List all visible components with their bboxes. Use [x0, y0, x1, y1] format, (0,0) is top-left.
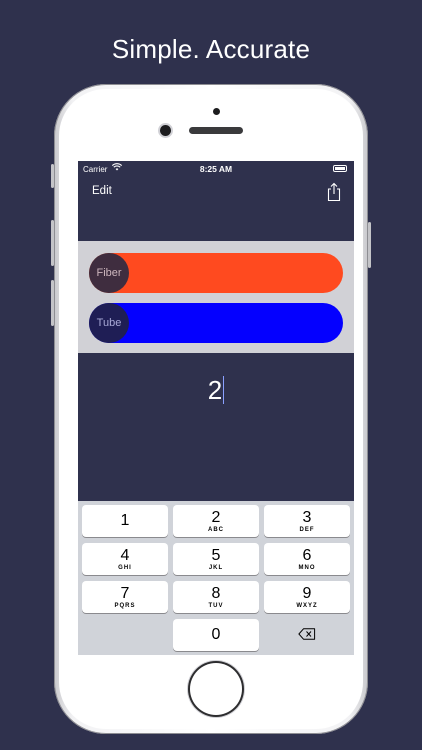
key-5[interactable]: 5 JKL	[173, 543, 259, 575]
quantity-value: 2	[207, 375, 223, 405]
key-number: 2	[211, 508, 221, 526]
key-number: 8	[211, 584, 221, 602]
fiber-selector[interactable]: Fiber	[89, 253, 343, 293]
front-camera	[160, 125, 171, 136]
status-time: 8:25 AM	[199, 164, 233, 174]
key-number: 6	[302, 546, 312, 564]
key-2[interactable]: 2 ABC	[173, 505, 259, 537]
status-bar: Carrier 8:25 AM	[78, 161, 354, 177]
key-number: 5	[211, 546, 221, 564]
navigation-bar: Edit	[78, 179, 354, 209]
mute-switch	[51, 164, 54, 188]
key-letters: JKL	[208, 564, 224, 571]
key-letters: PQRS	[114, 602, 136, 609]
key-8[interactable]: 8 TUV	[173, 581, 259, 613]
key-number: 1	[120, 511, 130, 529]
key-6[interactable]: 6 MNO	[264, 543, 350, 575]
key-number: 0	[211, 626, 221, 643]
key-letters: GHI	[118, 564, 132, 571]
key-number: 7	[120, 584, 130, 602]
volume-up-button	[51, 220, 54, 266]
key-letters: ABC	[208, 526, 224, 533]
home-button[interactable]	[190, 663, 242, 715]
key-letters: MNO	[298, 564, 316, 571]
key-number: 9	[302, 584, 312, 602]
headline: Simple. Accurate	[111, 34, 311, 64]
key-3[interactable]: 3 DEF	[264, 505, 350, 537]
phone-face: Carrier 8:25 AM Edit Fiber Tube 2 1 2 AB…	[59, 89, 363, 729]
key-9[interactable]: 9 WXYZ	[264, 581, 350, 613]
edit-button[interactable]: Edit	[92, 185, 112, 197]
quantity-input[interactable]: 2	[78, 375, 354, 406]
key-letters: DEF	[299, 526, 315, 533]
tube-selector[interactable]: Tube	[89, 303, 343, 343]
keypad-row: 1 2 ABC 3 DEF	[82, 505, 350, 537]
type-selector-panel: Fiber Tube	[78, 241, 354, 353]
key-number: 4	[120, 546, 130, 564]
tube-knob[interactable]: Tube	[89, 303, 129, 343]
key-letters: WXYZ	[296, 602, 318, 609]
volume-down-button	[51, 280, 54, 326]
key-7[interactable]: 7 PQRS	[82, 581, 168, 613]
numeric-keypad: 1 2 ABC 3 DEF 4 GHI 5 JKL 6 MNO 7 PQRS 8 TUV 9W…	[78, 501, 354, 655]
key-0[interactable]: 0	[173, 619, 259, 651]
key-1[interactable]: 1	[82, 505, 168, 537]
keypad-row: 4 GHI 5 JKL 6 MNO	[82, 543, 350, 575]
keypad-row: 0	[82, 619, 350, 651]
share-icon[interactable]	[326, 182, 342, 202]
proximity-sensor	[213, 108, 220, 115]
battery-icon	[333, 165, 347, 172]
text-cursor	[223, 376, 225, 404]
phone-frame: Carrier 8:25 AM Edit Fiber Tube 2 1 2 AB…	[51, 84, 371, 734]
backspace-icon	[298, 627, 316, 643]
earpiece-speaker	[189, 127, 243, 134]
key-letters: TUV	[208, 602, 224, 609]
key-number: 3	[302, 508, 312, 526]
delete-key[interactable]	[264, 619, 350, 651]
app-screen: Carrier 8:25 AM Edit Fiber Tube 2 1 2 AB…	[78, 161, 354, 655]
fiber-knob[interactable]: Fiber	[89, 253, 129, 293]
keypad-row: 7 PQRS 8 TUV 9 WXYZ	[82, 581, 350, 613]
key-blank	[82, 619, 168, 651]
power-button	[368, 222, 371, 268]
key-4[interactable]: 4 GHI	[82, 543, 168, 575]
